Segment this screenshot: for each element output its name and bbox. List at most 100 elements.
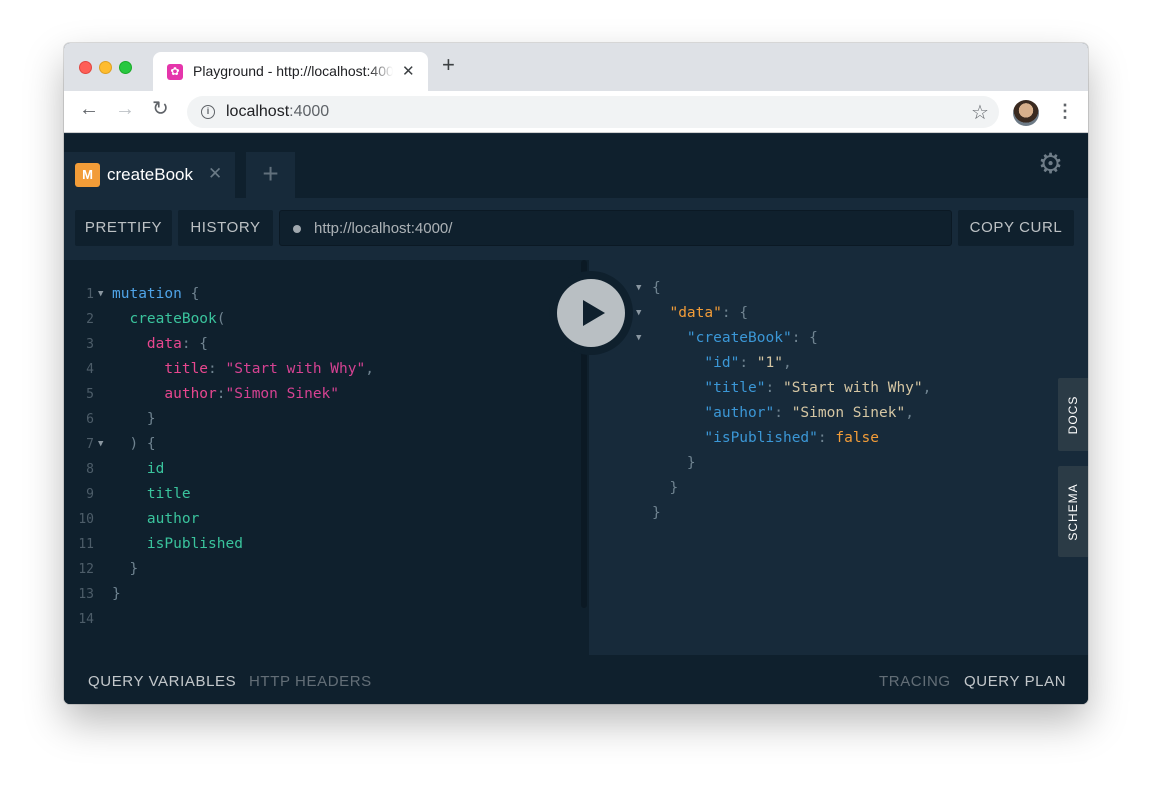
code-line-1: mutation { — [112, 286, 200, 302]
code-line-4: title: "Start with Why", — [164, 361, 374, 377]
add-playground-tab-button[interactable]: + — [246, 152, 295, 198]
query-variables-tab[interactable]: QUERY VARIABLES — [88, 673, 236, 690]
new-tab-button[interactable]: + — [442, 54, 455, 76]
playground-controls: PRETTIFY HISTORY http://localhost:4000/ … — [64, 198, 1088, 260]
browser-tab[interactable]: ✿ Playground - http://localhost:4000/ ✕ — [153, 52, 428, 91]
line-number: 8 — [86, 462, 94, 477]
minimize-window-button[interactable] — [99, 61, 112, 74]
line-number: 14 — [78, 612, 94, 627]
close-tab-icon[interactable]: ✕ — [402, 62, 415, 80]
token: id — [146, 461, 165, 477]
graphql-playground: M createBook ✕ + ⚙ PRETTIFY HISTORY http… — [64, 134, 1088, 704]
json-value: "Simon Sinek" — [791, 405, 906, 421]
json-key: "id" — [704, 355, 740, 371]
close-playground-tab-icon[interactable]: ✕ — [208, 164, 222, 184]
schema-tab[interactable]: SCHEMA — [1058, 466, 1088, 557]
json-key: "author" — [704, 405, 775, 421]
fold-arrow-icon[interactable]: ▼ — [636, 276, 641, 301]
schema-tab-label: SCHEMA — [1066, 482, 1080, 541]
reload-icon[interactable]: ↻ — [152, 99, 169, 119]
code-line-8: id — [112, 457, 164, 482]
fold-arrow-icon[interactable]: ▼ — [636, 326, 641, 351]
code-line-11: isPublished — [112, 532, 243, 557]
playground-tab-createbook[interactable]: M createBook ✕ — [64, 152, 235, 198]
more-menu-icon[interactable]: ⋮ — [1056, 101, 1074, 122]
url-host: localhost — [226, 103, 290, 120]
json-value: "Start with Why" — [782, 380, 923, 396]
result-line-2: "data": { — [669, 305, 749, 321]
endpoint-input[interactable]: http://localhost:4000/ — [279, 210, 952, 246]
endpoint-url: http://localhost:4000/ — [314, 220, 453, 237]
json-key: "createBook" — [686, 330, 792, 346]
code-line-9: title — [112, 482, 191, 507]
settings-gear-icon[interactable]: ⚙ — [1038, 150, 1063, 178]
mutation-badge: M — [75, 163, 100, 187]
result-line-9: } — [652, 480, 679, 496]
line-number: 2 — [86, 312, 94, 327]
line-number: 11 — [78, 537, 94, 552]
back-arrow-icon[interactable]: ← — [79, 99, 99, 119]
line-number: 7 — [86, 437, 94, 452]
line-number: 3 — [86, 337, 94, 352]
copy-curl-button[interactable]: COPY CURL — [958, 210, 1074, 246]
json-key: "data" — [669, 305, 722, 321]
execute-query-button-ring — [549, 271, 633, 355]
maximize-window-button[interactable] — [119, 61, 132, 74]
http-headers-tab[interactable]: HTTP HEADERS — [249, 673, 372, 690]
tracing-tab[interactable]: TRACING — [879, 673, 951, 690]
result-line-10: } — [652, 505, 661, 521]
result-line-5: "title": "Start with Why", — [704, 380, 932, 396]
browser-tab-title: Playground - http://localhost:4000/ — [193, 63, 393, 79]
token: "Start with Why" — [225, 361, 366, 377]
line-number: 10 — [78, 512, 94, 527]
prettify-button[interactable]: PRETTIFY — [75, 210, 172, 246]
line-number: 12 — [78, 562, 94, 577]
info-icon[interactable]: i — [201, 105, 215, 119]
line-number: 13 — [78, 587, 94, 602]
result-line-1: { — [652, 280, 661, 296]
token: isPublished — [146, 536, 243, 552]
query-plan-tab[interactable]: QUERY PLAN — [964, 673, 1066, 690]
browser-window: ✿ Playground - http://localhost:4000/ ✕ … — [64, 43, 1088, 704]
token: mutation — [112, 286, 182, 302]
address-url[interactable]: localhost:4000 — [226, 103, 329, 121]
line-number: 4 — [86, 362, 94, 377]
code-line-12: } — [112, 561, 139, 577]
query-editor[interactable]: 1 ▼ mutation { 2 createBook( 3 data: { 4 … — [64, 260, 589, 655]
browser-tab-strip: ✿ Playground - http://localhost:4000/ ✕ … — [64, 43, 1088, 91]
play-icon — [583, 300, 605, 326]
result-viewer: ▼ { ▼ "data": { ▼ "createBook": { "id": … — [589, 260, 1088, 655]
token: data — [146, 336, 182, 352]
fold-arrow-icon[interactable]: ▼ — [636, 301, 641, 326]
code-line-7: ) { — [112, 436, 156, 452]
profile-avatar[interactable] — [1013, 100, 1039, 126]
token: createBook — [129, 311, 217, 327]
json-value: "1" — [756, 355, 783, 371]
code-line-13: } — [112, 586, 121, 602]
history-button[interactable]: HISTORY — [178, 210, 273, 246]
result-line-7: "isPublished": false — [704, 430, 880, 446]
token: author — [164, 386, 217, 402]
fold-arrow-icon[interactable]: ▼ — [98, 282, 103, 307]
endpoint-status-icon — [293, 225, 301, 233]
result-line-8: } — [652, 455, 696, 471]
code-line-6: } — [112, 411, 156, 427]
address-bar[interactable]: i localhost:4000 ☆ — [187, 96, 999, 128]
fold-arrow-icon[interactable]: ▼ — [98, 432, 103, 457]
code-line-3: data: { — [146, 336, 209, 352]
code-line-2: createBook( — [129, 311, 226, 327]
code-line-5: author:"Simon Sinek" — [164, 386, 340, 402]
execute-query-button[interactable] — [557, 279, 625, 347]
json-key: "isPublished" — [704, 430, 818, 446]
result-line-3: "createBook": { — [686, 330, 818, 346]
bookmark-star-icon[interactable]: ☆ — [971, 100, 989, 125]
bottom-panel-bar: QUERY VARIABLES HTTP HEADERS TRACING QUE… — [64, 655, 1088, 704]
url-port: :4000 — [289, 103, 330, 120]
forward-arrow-icon[interactable]: → — [115, 99, 135, 119]
token: author — [146, 511, 200, 527]
result-line-4: "id": "1", — [704, 355, 792, 371]
line-number: 9 — [86, 487, 94, 502]
close-window-button[interactable] — [79, 61, 92, 74]
json-value: false — [835, 430, 880, 446]
docs-tab[interactable]: DOCS — [1058, 378, 1088, 451]
